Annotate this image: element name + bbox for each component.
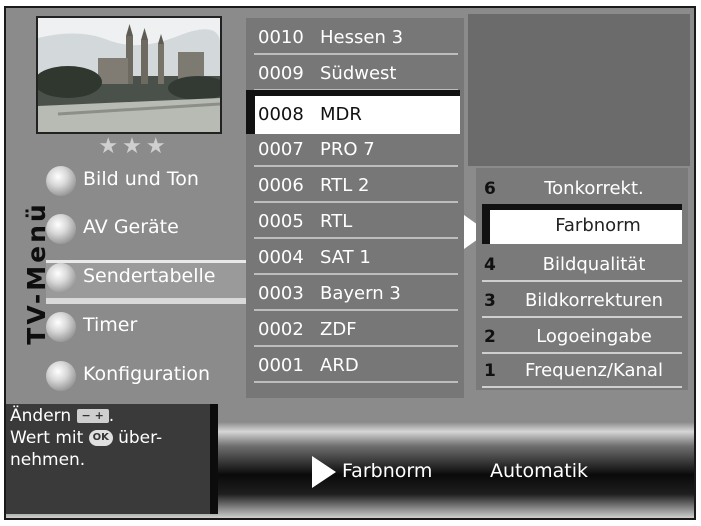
submenu-item-label: Frequenz/Kanal	[525, 360, 663, 381]
channel-number: 0009	[258, 63, 304, 84]
menu-item-sendertabelle[interactable]: Sendertabelle	[46, 259, 236, 299]
channel-row[interactable]: 0006 RTL 2	[254, 170, 458, 203]
channel-row[interactable]: 0003 Bayern 3	[254, 278, 458, 311]
menu-item-label: Bild und Ton	[83, 168, 199, 190]
help-text: über-	[118, 428, 163, 448]
menu-ball-icon	[46, 166, 76, 196]
menu-item-bild-und-ton[interactable]: Bild und Ton	[46, 162, 236, 202]
channel-row[interactable]: 0004 SAT 1	[254, 242, 458, 275]
status-setting-value[interactable]: Automatik	[490, 460, 588, 482]
channel-row-selected[interactable]: 0008 MDR	[246, 90, 460, 134]
channel-row[interactable]: 0001 ARD	[254, 350, 458, 383]
submenu-item-bildqualitaet[interactable]: 4 Bildqualität	[482, 248, 682, 282]
menu-ball-icon	[46, 263, 76, 293]
channel-number: 0005	[258, 211, 304, 232]
submenu-item-farbnorm[interactable]: Farbnorm	[482, 204, 682, 244]
menu-item-timer[interactable]: Timer	[46, 308, 236, 348]
status-setting-label: Farbnorm	[342, 460, 433, 482]
channel-number: 0002	[258, 319, 304, 340]
channel-list: 0010 Hessen 3 0009 Südwest 0008 MDR 0007…	[246, 18, 464, 398]
help-text: Ändern	[10, 406, 72, 426]
menu-item-label: Timer	[83, 314, 138, 336]
submenu-item-logoeingabe[interactable]: 2 Logoeingabe	[482, 320, 682, 354]
ok-key-icon: OK	[88, 430, 113, 446]
submenu-panel: 6 Tonkorrekt. Farbnorm 4 Bildqualität 3 …	[476, 168, 688, 390]
submenu-item-label: Farbnorm	[555, 215, 641, 236]
channel-number: 0006	[258, 175, 304, 196]
rating-stars: ★★★	[98, 134, 170, 159]
channel-name: RTL	[320, 211, 353, 232]
menu-item-label: Sendertabelle	[83, 265, 216, 287]
channel-row[interactable]: 0009 Südwest	[254, 58, 458, 91]
preview-window	[468, 14, 690, 166]
help-line-1: Ändern − +.	[10, 406, 114, 426]
channel-name: ARD	[320, 355, 359, 376]
channel-name: SAT 1	[320, 247, 371, 268]
help-text: Wert mit	[10, 428, 84, 448]
channel-name: Südwest	[320, 63, 397, 84]
channel-name: Bayern 3	[320, 283, 401, 304]
channel-row[interactable]: 0005 RTL	[254, 206, 458, 239]
channel-name: RTL 2	[320, 175, 370, 196]
submenu-item-label: Tonkorrekt.	[544, 178, 644, 199]
submenu-item-bildkorrekturen[interactable]: 3 Bildkorrekturen	[482, 284, 682, 318]
channel-name: MDR	[320, 104, 362, 125]
submenu-item-index: 1	[484, 361, 496, 381]
channel-number: 0003	[258, 283, 304, 304]
submenu-item-label: Bildqualität	[542, 254, 646, 275]
menu-item-av-geraete[interactable]: AV Geräte	[46, 210, 236, 250]
menu-item-label: Konfiguration	[83, 363, 211, 385]
submenu-item-index: 4	[484, 255, 496, 275]
submenu-item-index: 2	[484, 327, 496, 347]
channel-row[interactable]: 0007 PRO 7	[254, 134, 458, 167]
help-line-2: Wert mit OK über-	[10, 428, 162, 448]
channel-number: 0008	[258, 104, 304, 125]
submenu-item-label: Bildkorrekturen	[524, 290, 664, 311]
channel-row[interactable]: 0010 Hessen 3	[254, 22, 458, 55]
channel-row[interactable]: 0002 ZDF	[254, 314, 458, 347]
submenu-item-tonkorrekt[interactable]: 6 Tonkorrekt.	[482, 172, 682, 206]
help-line-3: nehmen.	[10, 450, 86, 470]
menu-item-label: AV Geräte	[83, 216, 179, 238]
channel-number: 0004	[258, 247, 304, 268]
channel-number: 0007	[258, 139, 304, 160]
submenu-item-frequenz-kanal[interactable]: 1 Frequenz/Kanal	[482, 354, 682, 388]
submenu-item-index: 6	[484, 179, 496, 199]
menu-ball-icon	[46, 361, 76, 391]
channel-name: Hessen 3	[320, 27, 404, 48]
channel-name: PRO 7	[320, 139, 375, 160]
help-text: .	[108, 406, 115, 426]
menu-ball-icon	[46, 214, 76, 244]
channel-preview-thumbnail	[36, 16, 222, 134]
submenu-item-index: 3	[484, 291, 496, 311]
help-box: Ändern − +. Wert mit OK über- nehmen.	[6, 404, 218, 514]
menu-ball-icon	[46, 312, 76, 342]
status-pointer-arrow-icon	[312, 456, 336, 488]
channel-number: 0010	[258, 27, 304, 48]
menu-item-konfiguration[interactable]: Konfiguration	[46, 357, 236, 397]
minus-plus-key-icon: − +	[76, 409, 109, 423]
channel-name: ZDF	[320, 319, 357, 340]
tv-menu-screen: ★★★ TV-Menü Bild und Ton AV Geräte Sende…	[4, 6, 696, 520]
submenu-item-label: Logoeingabe	[536, 326, 652, 347]
channel-number: 0001	[258, 355, 304, 376]
